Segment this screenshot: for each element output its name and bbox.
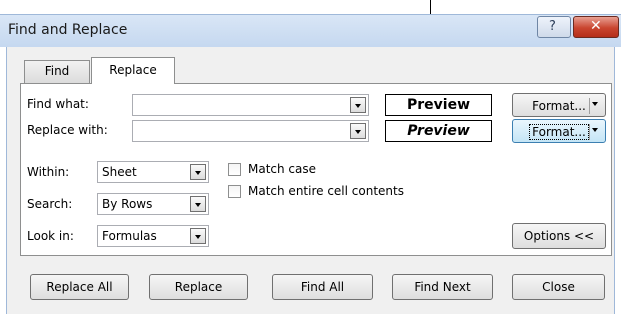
within-select[interactable]: Sheet: [97, 161, 209, 183]
help-button[interactable]: ?: [537, 16, 571, 38]
replace-with-combo[interactable]: [132, 120, 369, 142]
find-format-preview: Preview: [385, 94, 492, 116]
chevron-down-icon: [592, 102, 598, 106]
replace-format-preview: Preview: [385, 120, 492, 142]
search-select[interactable]: By Rows: [97, 193, 209, 215]
find-format-button[interactable]: Format...: [512, 93, 606, 117]
find-next-button[interactable]: Find Next: [392, 274, 493, 300]
within-value: Sheet: [102, 165, 137, 179]
replace-format-label: Format...: [529, 124, 589, 140]
replace-all-button[interactable]: Replace All: [30, 274, 129, 300]
find-all-button[interactable]: Find All: [272, 274, 373, 300]
tab-find-label: Find: [44, 64, 70, 78]
help-icon: ?: [549, 19, 556, 34]
dialog-title: Find and Replace: [8, 22, 128, 38]
close-window-button[interactable]: ✕: [573, 16, 619, 38]
match-entire-cell-checkbox[interactable]: [228, 185, 241, 198]
find-format-label: Format...: [532, 99, 586, 113]
close-icon: ✕: [590, 18, 602, 34]
replace-tab-panel: Find what: Preview Format... Replace wit…: [20, 83, 612, 256]
tab-replace[interactable]: Replace: [91, 57, 175, 84]
chevron-down-icon[interactable]: [190, 196, 206, 212]
chevron-down-icon[interactable]: [190, 164, 206, 180]
replace-with-label: Replace with:: [27, 123, 108, 137]
match-entire-cell-label[interactable]: Match entire cell contents: [248, 184, 404, 198]
title-bar: Find and Replace ? ✕: [0, 14, 621, 47]
replace-button[interactable]: Replace: [149, 274, 248, 300]
split-separator: [589, 98, 590, 114]
tab-find[interactable]: Find: [24, 60, 90, 83]
find-what-label: Find what:: [27, 97, 89, 111]
look-in-label: Look in:: [27, 229, 74, 243]
chevron-down-icon[interactable]: [350, 123, 366, 139]
split-separator: [589, 124, 590, 140]
look-in-value: Formulas: [102, 229, 157, 243]
look-in-select[interactable]: Formulas: [97, 225, 209, 247]
chevron-down-icon[interactable]: [350, 97, 366, 113]
match-case-checkbox[interactable]: [228, 163, 241, 176]
chevron-down-icon: [592, 128, 598, 132]
close-button[interactable]: Close: [512, 274, 605, 300]
search-value: By Rows: [102, 197, 153, 211]
search-label: Search:: [27, 197, 73, 211]
replace-format-button[interactable]: Format...: [512, 119, 606, 143]
find-what-combo[interactable]: [132, 94, 369, 116]
tab-replace-label: Replace: [109, 63, 157, 77]
dialog-body: Find Replace Find what: Preview Format..…: [6, 47, 615, 314]
find-replace-dialog: Find and Replace ? ✕ Find Replace Find w…: [0, 0, 621, 314]
chevron-down-icon[interactable]: [190, 228, 206, 244]
within-label: Within:: [27, 165, 70, 179]
match-case-label[interactable]: Match case: [248, 162, 316, 176]
options-button[interactable]: Options <<: [512, 223, 606, 249]
